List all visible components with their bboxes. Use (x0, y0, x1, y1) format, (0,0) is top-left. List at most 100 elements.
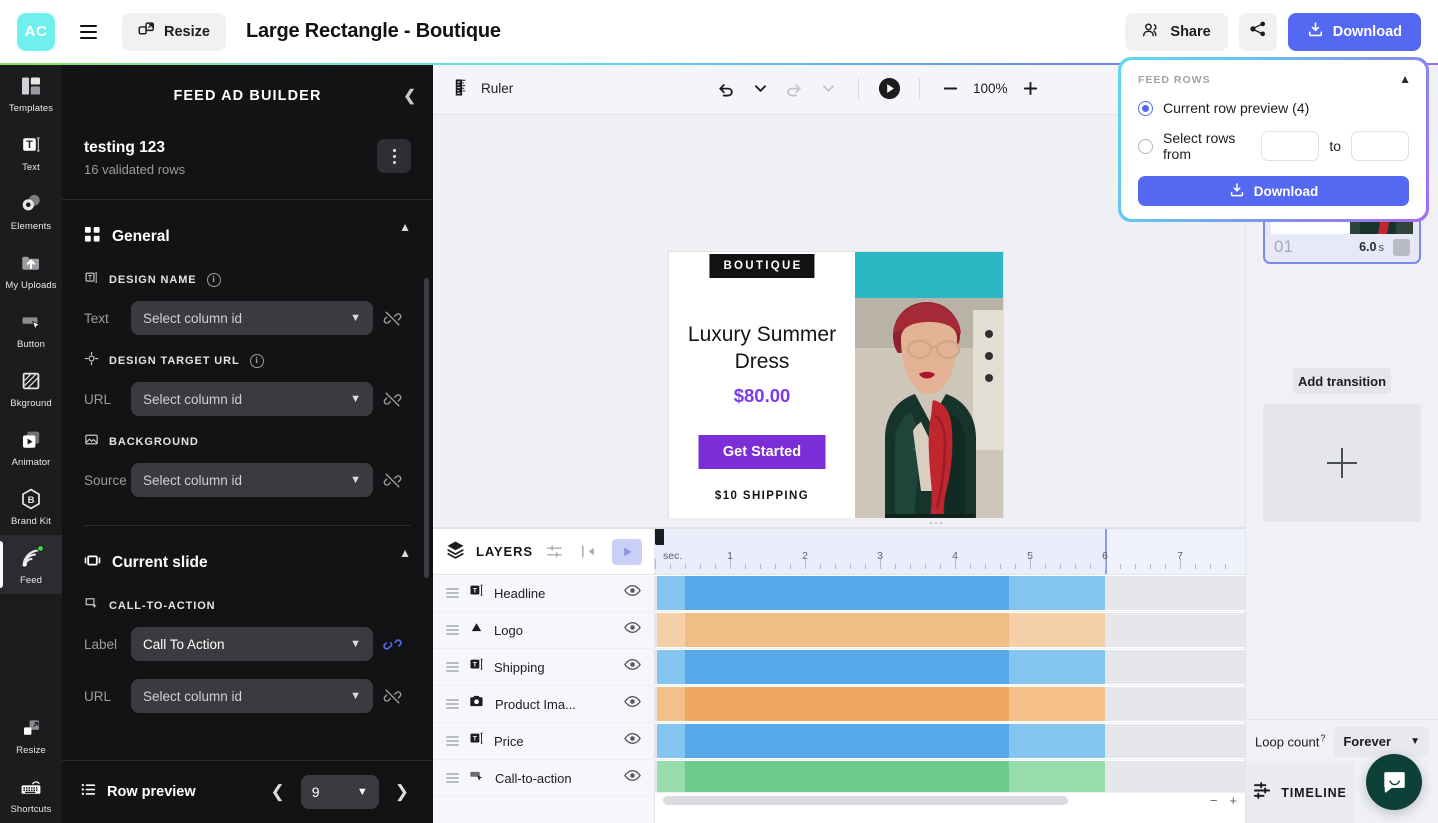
add-transition-button[interactable]: Add transition (1293, 368, 1391, 394)
background-source-select[interactable]: Select column id ▼ (131, 463, 373, 497)
drag-handle-icon[interactable] (446, 773, 459, 783)
timeline-ruler[interactable]: sec. 1 2 3 4 5 6 7 (655, 529, 1245, 575)
chevron-up-icon[interactable]: ▲ (399, 220, 411, 234)
share-network-button[interactable] (1239, 13, 1277, 51)
section-general[interactable]: General ▲ (62, 200, 433, 254)
drag-handle-icon[interactable] (446, 736, 459, 746)
rows-to-input[interactable] (1351, 131, 1409, 161)
drag-handle-icon[interactable] (446, 625, 459, 635)
design-target-url-select[interactable]: Select column id ▼ (131, 382, 373, 416)
layer-row[interactable]: T Headline (433, 575, 654, 612)
sidebar-item-text[interactable]: T Text (0, 122, 62, 181)
ad-preview[interactable]: BOUTIQUE Luxury Summer Dress $80.00 Get … (668, 251, 1004, 531)
share-button[interactable]: Share (1125, 13, 1227, 51)
eye-icon[interactable] (624, 584, 641, 602)
eye-icon[interactable] (624, 621, 641, 639)
row-preview-prev-button[interactable]: ❮ (265, 782, 291, 802)
undo-dropdown-button[interactable] (745, 74, 775, 104)
cta-label-select[interactable]: Call To Action ▼ (131, 627, 373, 661)
link-icon[interactable] (373, 635, 411, 654)
rows-from-input[interactable] (1261, 131, 1319, 161)
loop-count-select[interactable]: Forever ▼ (1334, 727, 1429, 757)
sidebar-item-shortcuts[interactable]: Shortcuts (0, 764, 62, 823)
hamburger-icon[interactable] (71, 15, 105, 49)
layer-row[interactable]: T Price (433, 723, 654, 760)
sidebar-item-resize[interactable]: Resize (0, 705, 62, 764)
drag-handle-icon[interactable] (446, 662, 459, 672)
eye-icon[interactable] (624, 769, 641, 787)
add-slide-button[interactable] (1263, 404, 1421, 522)
design-name-select[interactable]: Select column id ▼ (131, 301, 373, 335)
drag-handle-icon[interactable] (446, 699, 459, 709)
align-start-icon[interactable] (577, 540, 601, 564)
ruler-button[interactable]: Ruler (451, 77, 513, 101)
sidebar-item-animator[interactable]: Animator (0, 417, 62, 476)
redo-button[interactable] (779, 74, 809, 104)
layer-row[interactable]: Call-to-action (433, 760, 654, 797)
chat-bubble-icon[interactable] (1366, 754, 1422, 810)
timeline-tab[interactable]: TIMELINE (1246, 763, 1354, 823)
layer-row[interactable]: T Shipping (433, 649, 654, 686)
sidebar-item-elements[interactable]: Elements (0, 181, 62, 240)
help-icon[interactable]: ? (1320, 733, 1325, 743)
timeline-zoom-in-button[interactable]: + (1229, 793, 1237, 808)
redo-dropdown-button[interactable] (813, 74, 843, 104)
track-row[interactable] (655, 723, 1245, 760)
timeline-clip[interactable] (657, 761, 1105, 795)
cta-url-select[interactable]: Select column id ▼ (131, 679, 373, 713)
timeline-clip[interactable] (657, 650, 1105, 684)
sidebar-item-brand-kit[interactable]: B Brand Kit (0, 476, 62, 535)
builder-scrollbar[interactable] (424, 278, 429, 648)
chevron-up-icon[interactable]: ▲ (1399, 72, 1411, 86)
timeline-clip[interactable] (657, 687, 1105, 721)
timeline-scrollbar-thumb[interactable] (663, 796, 1068, 805)
ad-cta-button[interactable]: Get Started (699, 435, 826, 469)
builder-scrollbar-thumb[interactable] (424, 278, 429, 578)
timeline-horizontal-scrollbar[interactable]: − + (655, 792, 1245, 808)
eye-icon[interactable] (624, 658, 641, 676)
track-row[interactable] (655, 686, 1245, 723)
row-preview-select[interactable]: 9 ▼ (301, 775, 379, 809)
zoom-in-button[interactable] (1015, 74, 1045, 104)
chevron-left-icon[interactable]: ❮ (403, 89, 417, 104)
track-row[interactable] (655, 612, 1245, 649)
popup-download-button[interactable]: Download (1138, 176, 1409, 206)
download-button[interactable]: Download (1288, 13, 1421, 51)
timeline-clip[interactable] (657, 724, 1105, 758)
eye-icon[interactable] (624, 732, 641, 750)
play-circle-icon[interactable] (874, 74, 904, 104)
avatar[interactable]: AC (17, 13, 55, 51)
chevron-up-icon[interactable]: ▲ (399, 546, 411, 560)
drag-handle-icon[interactable] (446, 588, 459, 598)
track-row[interactable] (655, 649, 1245, 686)
timeline-clip[interactable] (657, 613, 1105, 647)
unlink-icon[interactable] (373, 687, 411, 706)
layer-row[interactable]: Logo (433, 612, 654, 649)
filter-icon[interactable] (543, 540, 567, 564)
slide-options-button[interactable] (1393, 239, 1410, 256)
radio-current-row[interactable] (1138, 101, 1153, 116)
sidebar-item-bkground[interactable]: Bkground (0, 358, 62, 417)
section-current-slide[interactable]: Current slide ▲ (62, 526, 433, 580)
playhead-marker[interactable] (655, 529, 664, 545)
option-current-row-preview[interactable]: Current row preview (4) (1138, 100, 1409, 116)
sidebar-item-button[interactable]: Button (0, 299, 62, 358)
sidebar-item-feed[interactable]: Feed (0, 535, 62, 594)
more-vertical-icon[interactable] (377, 139, 411, 173)
timeline-clip[interactable] (657, 576, 1105, 610)
zoom-out-button[interactable] (935, 74, 965, 104)
sidebar-item-my-uploads[interactable]: My Uploads (0, 240, 62, 299)
timeline-play-button[interactable] (612, 539, 642, 565)
unlink-icon[interactable] (373, 309, 411, 328)
timeline-zoom-out-button[interactable]: − (1210, 793, 1218, 808)
info-icon[interactable]: i (207, 273, 221, 287)
option-select-rows[interactable]: Select rows from to (1138, 130, 1409, 162)
eye-icon[interactable] (624, 695, 641, 713)
radio-select-rows[interactable] (1138, 139, 1153, 154)
unlink-icon[interactable] (373, 390, 411, 409)
layer-row[interactable]: Product Ima... (433, 686, 654, 723)
unlink-icon[interactable] (373, 471, 411, 490)
info-icon[interactable]: i (250, 354, 264, 368)
resize-button[interactable]: Resize (122, 13, 226, 51)
track-row[interactable] (655, 575, 1245, 612)
